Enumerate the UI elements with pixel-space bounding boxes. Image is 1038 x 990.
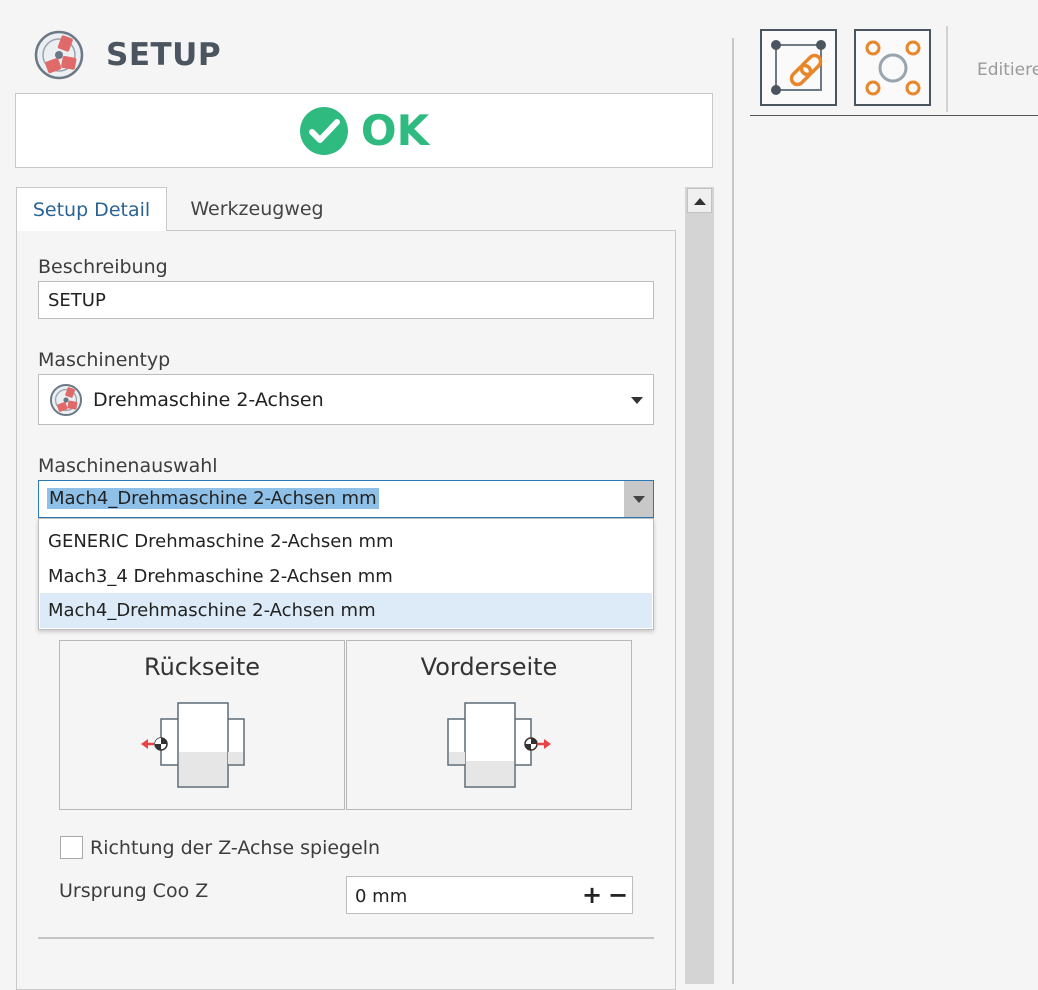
ursprung-value: 0 mm: [355, 886, 408, 907]
scrollbar[interactable]: [685, 187, 714, 984]
toolbar-separator: [946, 26, 948, 112]
ok-button[interactable]: OK: [15, 93, 713, 168]
dropdown-option-selected[interactable]: Mach4_Drehmaschine 2-Achsen mm: [40, 593, 652, 628]
beschreibung-input[interactable]: [38, 281, 654, 319]
maschinentyp-label: Maschinentyp: [38, 349, 171, 371]
dropdown-toggle-button[interactable]: [624, 481, 653, 517]
maschinenauswahl-label: Maschinenauswahl: [38, 455, 218, 477]
increment-button[interactable]: +: [580, 882, 604, 908]
ursprung-label: Ursprung Coo Z: [59, 880, 209, 902]
check-circle-icon: [299, 106, 348, 155]
triangle-up-icon: [693, 197, 706, 205]
ursprung-stepper[interactable]: 0 mm + −: [346, 876, 633, 914]
link-tool-button[interactable]: [760, 29, 837, 106]
lathe-chuck-icon: [49, 383, 83, 416]
circle-points-icon: [865, 40, 921, 96]
lathe-chuck-icon: [34, 30, 84, 80]
tab-werkzeugweg[interactable]: Werkzeugweg: [167, 187, 347, 231]
divider: [38, 937, 654, 939]
maschinenauswahl-value: Mach4_Drehmaschine 2-Achsen mm: [47, 488, 379, 509]
back-side-origin-icon: [141, 702, 245, 788]
maschinentyp-select[interactable]: Drehmaschine 2-Achsen: [38, 374, 654, 425]
beschreibung-label: Beschreibung: [38, 256, 168, 278]
link-chain-icon: [771, 40, 826, 95]
ok-label: OK: [360, 106, 430, 155]
dropdown-option[interactable]: GENERIC Drehmaschine 2-Achsen mm: [40, 524, 652, 559]
edit-label: Editiere: [977, 60, 1038, 80]
vorderseite-card[interactable]: Vorderseite: [346, 640, 632, 810]
front-side-origin-icon: [447, 702, 551, 788]
splitter[interactable]: [732, 38, 734, 984]
points-tool-button[interactable]: [854, 29, 931, 106]
page-title: SETUP: [106, 37, 222, 73]
toolbar-divider: [750, 115, 1038, 116]
scroll-up-button[interactable]: [687, 188, 712, 213]
mirror-z-axis-label: Richtung der Z-Achse spiegeln: [90, 837, 381, 859]
rueckseite-card[interactable]: Rückseite: [59, 640, 345, 810]
chevron-down-icon: [633, 496, 645, 503]
maschinenauswahl-dropdown-list: GENERIC Drehmaschine 2-Achsen mm Mach3_4…: [38, 518, 654, 630]
chevron-down-icon: [631, 396, 643, 404]
maschinentyp-value: Drehmaschine 2-Achsen: [93, 388, 324, 411]
decrement-button[interactable]: −: [606, 882, 630, 908]
tab-setup-detail[interactable]: Setup Detail: [16, 187, 167, 231]
maschinenauswahl-select[interactable]: Mach4_Drehmaschine 2-Achsen mm: [38, 480, 654, 518]
mirror-z-axis-checkbox[interactable]: [60, 836, 83, 859]
dropdown-option[interactable]: Mach3_4 Drehmaschine 2-Achsen mm: [40, 559, 652, 594]
